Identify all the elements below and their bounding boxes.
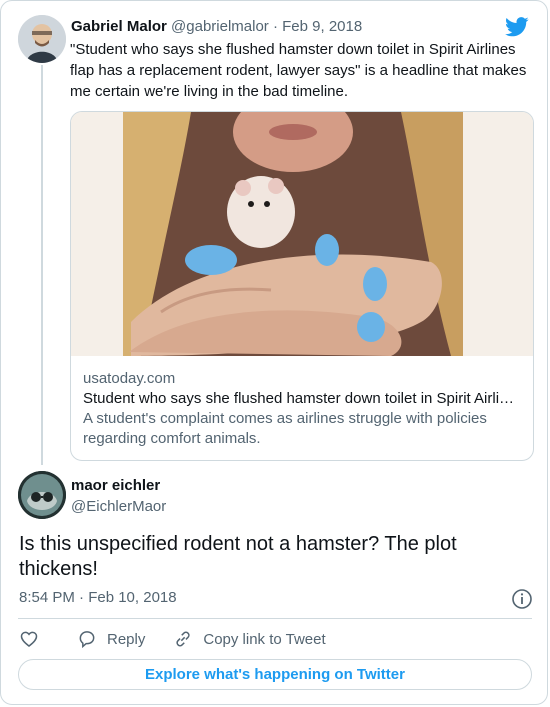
date-separator: · [268,18,283,35]
avatar[interactable] [18,15,66,63]
copy-link-label: Copy link to Tweet [203,630,326,648]
twitter-bird-icon[interactable] [505,17,529,37]
tweet-timestamp[interactable]: 8:54 PM · Feb 10, 2018 [19,588,177,608]
reply-button[interactable]: Reply [77,629,145,649]
link-preview-image [71,112,533,356]
link-title: Student who says she flushed hamster dow… [83,390,515,407]
author-handle[interactable]: @gabrielmalor [171,18,269,35]
explore-twitter-button[interactable]: Explore what's happening on Twitter [18,659,532,690]
hamster-photo [71,112,533,356]
link-domain: usatoday.com [83,370,176,387]
like-button[interactable] [19,629,49,649]
author-name[interactable]: Gabriel Malor [71,18,167,35]
thread-line [41,65,43,465]
avatar[interactable] [18,471,66,519]
avatar-image [18,15,66,63]
info-icon[interactable] [511,588,533,610]
avatar-image [18,471,66,519]
action-bar: Reply Copy link to Tweet [19,627,354,651]
link-icon [176,631,190,647]
copy-link-button[interactable]: Copy link to Tweet [173,629,326,649]
quoted-tweet-header: Gabriel Malor @gabrielmalor · Feb 9, 201… [71,17,362,37]
reply-label: Reply [107,630,146,648]
quoted-tweet-text: "Student who says she flushed hamster do… [70,41,527,100]
author-handle[interactable]: @EichlerMaor [71,497,166,517]
link-preview-card[interactable]: usatoday.com Student who says she flushe… [70,111,534,461]
link-description: A student's complaint comes as airlines … [83,410,487,447]
heart-icon [20,631,38,648]
link-preview-meta: usatoday.com Student who says she flushe… [83,369,519,449]
author-name[interactable]: maor eichler [71,476,160,496]
tweet-date[interactable]: Feb 9, 2018 [282,18,362,35]
tweet-text: Is this unspecified rodent not a hamster… [19,533,457,580]
tweet-embed-card: Gabriel Malor @gabrielmalor · Feb 9, 201… [0,0,548,705]
divider [18,618,532,619]
reply-icon [79,631,95,649]
